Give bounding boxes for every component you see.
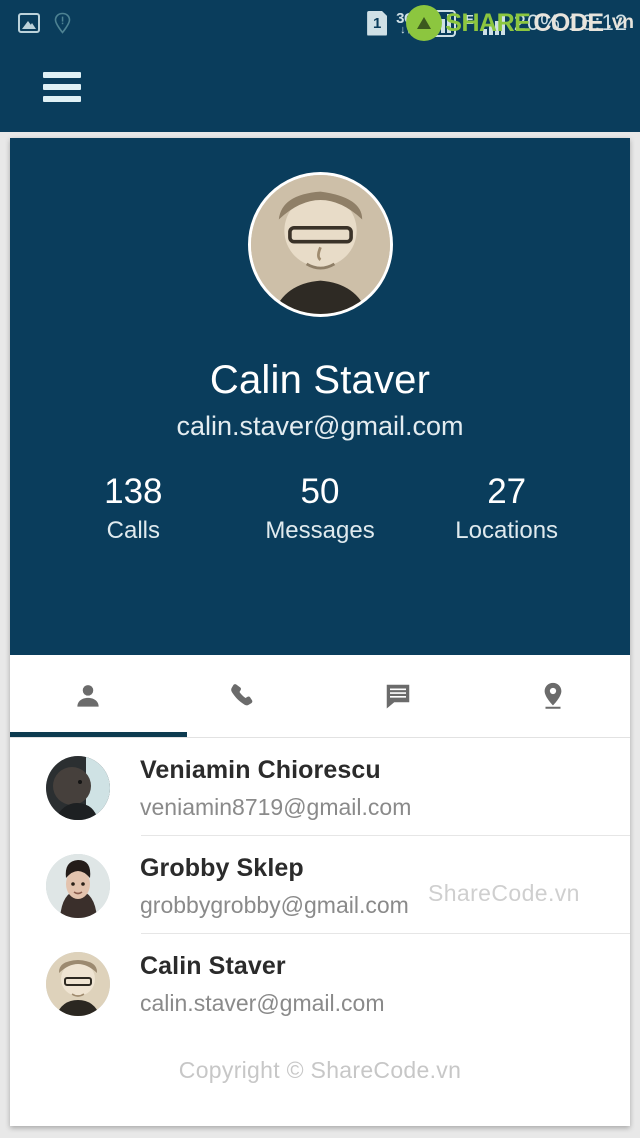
tab-calls[interactable] <box>165 655 320 737</box>
contact-name: Grobby Sklep <box>140 854 304 882</box>
status-bar: 1 3G ↓↑ E 20% 16:12 SHARE CODE .vn <box>0 0 640 46</box>
profile-email: calin.staver@gmail.com <box>176 411 464 441</box>
person-icon <box>76 685 99 707</box>
screenshot-icon <box>18 13 40 33</box>
contact-name: Veniamin Chiorescu <box>140 756 381 784</box>
profile-avatar[interactable] <box>247 172 393 317</box>
status-bar-left <box>0 12 71 34</box>
stat-messages-label: Messages <box>265 516 375 544</box>
active-tab-indicator <box>10 732 187 737</box>
phone-icon <box>230 684 252 706</box>
stat-calls-value: 138 <box>104 472 163 511</box>
app-bar <box>0 46 640 132</box>
location-pin-icon <box>544 682 561 709</box>
list-item[interactable]: Grobby Sklep grobbygrobby@gmail.com Shar… <box>10 836 630 933</box>
avatar <box>46 854 110 918</box>
tab-messages[interactable] <box>320 655 475 737</box>
avatar <box>46 756 110 820</box>
sim-card-icon: 1 <box>367 10 388 36</box>
message-icon <box>386 684 409 709</box>
network-3g-icon: 3G ↓↑ <box>396 11 416 36</box>
sim-number: 1 <box>372 14 382 32</box>
avatar <box>46 952 110 1016</box>
contact-list: Veniamin Chiorescu veniamin8719@gmail.co… <box>10 738 630 1084</box>
stat-locations[interactable]: 27 Locations <box>413 472 600 545</box>
list-item[interactable]: Calin Staver calin.staver@gmail.com <box>10 934 630 1031</box>
hamburger-menu-icon[interactable] <box>43 72 81 102</box>
clock-battery-text: 20% 16:12 <box>513 10 628 35</box>
tab-bar <box>10 655 630 737</box>
stat-calls[interactable]: 138 Calls <box>40 472 227 545</box>
contact-email: grobbygrobby@gmail.com <box>140 892 409 918</box>
stat-messages[interactable]: 50 Messages <box>227 472 414 545</box>
tab-locations[interactable] <box>475 655 630 737</box>
list-item[interactable]: Veniamin Chiorescu veniamin8719@gmail.co… <box>10 738 630 835</box>
contact-email: veniamin8719@gmail.com <box>140 794 412 820</box>
tab-contacts[interactable] <box>10 655 165 737</box>
location-alert-icon <box>54 12 71 34</box>
signal-bars-icon <box>482 11 505 35</box>
network-arrows: ↓↑ <box>400 23 412 36</box>
signal-bars-boxed-icon <box>424 9 457 37</box>
profile-name: Calin Staver <box>209 358 431 402</box>
profile-card: Calin Staver calin.staver@gmail.com 138 … <box>10 138 630 1126</box>
status-bar-right: 1 3G ↓↑ E 20% 16:12 SHARE CODE .vn <box>367 5 640 41</box>
copyright-text: Copyright © ShareCode.vn <box>178 1057 462 1083</box>
stat-calls-label: Calls <box>106 516 160 544</box>
stat-locations-value: 27 <box>487 472 527 511</box>
contact-email: calin.staver@gmail.com <box>140 990 385 1016</box>
stat-locations-label: Locations <box>455 516 559 544</box>
profile-header: Calin Staver calin.staver@gmail.com 138 … <box>10 138 630 655</box>
list-item-body: Veniamin Chiorescu veniamin8719@gmail.co… <box>140 756 630 835</box>
contact-name: Calin Staver <box>140 952 286 980</box>
edge-label: E <box>465 11 474 27</box>
list-item-body: Grobby Sklep grobbygrobby@gmail.com <box>140 854 630 933</box>
list-item-body: Calin Staver calin.staver@gmail.com <box>140 952 630 1031</box>
stat-messages-value: 50 <box>300 472 340 511</box>
profile-stats: 138 Calls 50 Messages 27 Locations <box>10 472 630 545</box>
